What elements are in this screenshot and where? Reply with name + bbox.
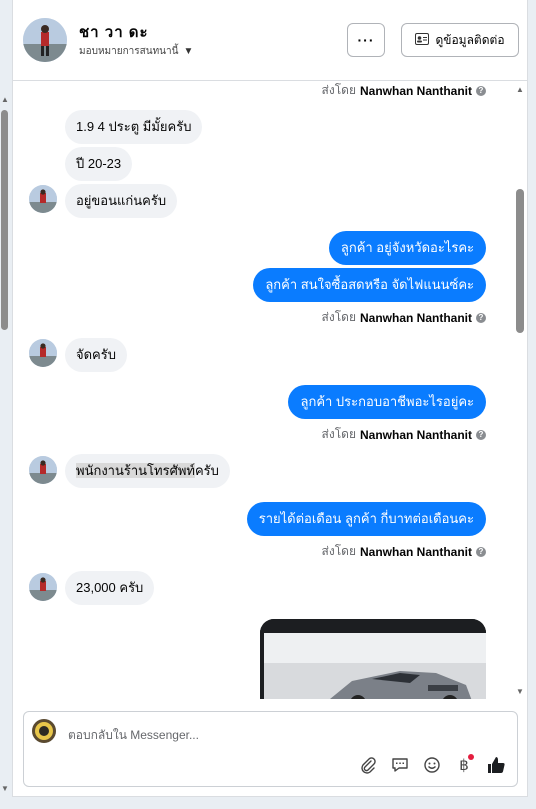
- incoming-message[interactable]: พนักงานร้านโทรศัพท์ครับ: [65, 454, 230, 488]
- help-icon[interactable]: ?: [476, 85, 486, 96]
- reply-composer[interactable]: ตอบกลับใน Messenger... ฿: [23, 711, 518, 787]
- thumbs-up-icon[interactable]: [485, 754, 507, 776]
- contact-card-icon: [415, 32, 430, 48]
- help-icon[interactable]: ?: [476, 312, 486, 323]
- page-avatar: [32, 719, 56, 743]
- outgoing-message[interactable]: ลูกค้า ประกอบอาชีพอะไรอยู่คะ: [288, 385, 486, 419]
- incoming-message[interactable]: อยู่ขอนแก่นครับ: [65, 184, 178, 218]
- contact-avatar-small[interactable]: [29, 573, 57, 601]
- highlighted-text: พนักงานร้านโทรศัพท์: [76, 463, 195, 478]
- incoming-message[interactable]: ปี 20-23: [65, 147, 133, 181]
- outgoing-message[interactable]: ลูกค้า อยู่จังหวัดอะไรคะ: [328, 231, 486, 265]
- message-text: ครับ: [194, 463, 219, 478]
- view-contact-info-button[interactable]: ดูข้อมูลติดต่อ: [401, 23, 519, 57]
- notification-dot: [468, 754, 474, 760]
- reply-input[interactable]: ตอบกลับใน Messenger...: [68, 726, 199, 745]
- message-list[interactable]: ส่งโดย Nanwhan Nanthanit ? 1.9 4 ประตู ม…: [13, 81, 513, 699]
- incoming-message[interactable]: 1.9 4 ประตู มีมั้ยครับ: [65, 110, 203, 144]
- incoming-message[interactable]: จัดครับ: [65, 338, 127, 372]
- page-scrollbar[interactable]: ▲ ▼: [0, 80, 10, 809]
- sent-by-label: ส่งโดย Nanwhan Nanthanit ?: [322, 308, 486, 327]
- help-icon[interactable]: ?: [476, 429, 486, 440]
- message-scrollbar-thumb[interactable]: [516, 189, 524, 333]
- sent-by-label: ส่งโดย Nanwhan Nanthanit ?: [322, 425, 486, 444]
- sent-by-prefix: ส่งโดย: [321, 83, 356, 97]
- view-contact-info-label: ดูข้อมูลติดต่อ: [435, 32, 505, 47]
- sender-name: Nanwhan Nanthanit: [359, 310, 472, 325]
- sender-name: Nanwhan Nanthanit: [359, 83, 472, 98]
- contact-avatar-small[interactable]: [29, 339, 57, 367]
- conversation-panel: ชา วา ดะ มอบหมายการสนทนานี้ ▼ ··· ดูข้อม…: [12, 0, 528, 797]
- contact-avatar[interactable]: [23, 18, 67, 62]
- image-attachment[interactable]: [260, 619, 486, 699]
- smiley-icon[interactable]: [421, 754, 443, 776]
- sent-by-prefix: ส่งโดย: [321, 544, 356, 558]
- paperclip-icon[interactable]: [357, 754, 379, 776]
- incoming-message[interactable]: 23,000 ครับ: [65, 571, 155, 605]
- sent-by-label: ส่งโดย Nanwhan Nanthanit ?: [322, 81, 486, 100]
- assign-label: มอบหมายการสนทนานี้: [79, 46, 179, 57]
- chat-bubble-icon[interactable]: [389, 754, 411, 776]
- contact-avatar-small[interactable]: [29, 185, 57, 213]
- help-icon[interactable]: ?: [476, 546, 486, 557]
- scroll-up-arrow[interactable]: ▲: [1, 96, 9, 104]
- sent-by-label: ส่งโดย Nanwhan Nanthanit ?: [322, 542, 486, 561]
- message-list-scrollbar[interactable]: ▲ ▼: [513, 81, 527, 699]
- caret-down-icon: ▼: [183, 46, 194, 57]
- composer-toolbar: ฿: [357, 754, 507, 776]
- outgoing-message[interactable]: ลูกค้า สนใจซื้อสดหรือ จัดไฟแนนซ์คะ: [253, 268, 486, 302]
- assign-conversation-dropdown[interactable]: มอบหมายการสนทนานี้ ▼: [79, 44, 193, 59]
- baht-icon[interactable]: ฿: [453, 754, 475, 776]
- outgoing-message[interactable]: รายได้ต่อเดือน ลูกค้า กี่บาทต่อเดือนคะ: [246, 502, 486, 536]
- sender-name: Nanwhan Nanthanit: [359, 544, 472, 559]
- more-options-button[interactable]: ···: [347, 23, 385, 57]
- scroll-up-arrow[interactable]: ▲: [516, 85, 524, 94]
- page-scrollbar-thumb[interactable]: [1, 110, 8, 330]
- sender-name: Nanwhan Nanthanit: [359, 427, 472, 442]
- scroll-down-arrow[interactable]: ▼: [1, 785, 9, 793]
- sent-by-prefix: ส่งโดย: [321, 310, 356, 324]
- contact-avatar-small[interactable]: [29, 456, 57, 484]
- contact-name: ชา วา ดะ: [79, 24, 149, 41]
- sent-by-prefix: ส่งโดย: [321, 427, 356, 441]
- conversation-header: ชา วา ดะ มอบหมายการสนทนานี้ ▼ ··· ดูข้อม…: [13, 0, 527, 81]
- scroll-down-arrow[interactable]: ▼: [516, 687, 524, 696]
